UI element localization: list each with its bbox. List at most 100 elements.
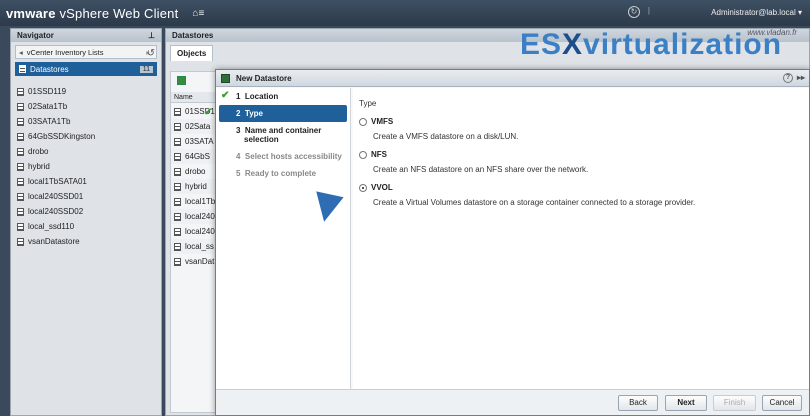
list-item[interactable]: local240SSD02: [11, 204, 161, 219]
next-button[interactable]: Next: [665, 395, 707, 411]
list-item[interactable]: 03SATA1Tb: [11, 114, 161, 129]
datastore-icon: [174, 212, 181, 221]
table-row[interactable]: 03SATA: [171, 134, 219, 149]
list-item[interactable]: local240SSD01: [11, 189, 161, 204]
datastore-icon: [19, 65, 26, 73]
finish-button[interactable]: Finish: [713, 395, 756, 411]
option-vmfs[interactable]: VMFS Create a VMFS datastore on a disk/L…: [359, 117, 809, 141]
divider: |: [647, 6, 650, 15]
tab-objects[interactable]: Objects: [170, 45, 214, 61]
option-label: VMFS: [371, 117, 394, 126]
list-item[interactable]: local1TbSATA01: [11, 174, 161, 189]
table-row[interactable]: 02Sata: [171, 119, 219, 134]
datastore-icon: [17, 162, 24, 171]
list-item[interactable]: 02Sata1Tb: [11, 99, 161, 114]
user-menu[interactable]: Administrator@lab.local ▾: [711, 8, 802, 17]
radio-nfs[interactable]: [359, 150, 367, 159]
datastore-icon: [174, 167, 181, 176]
dialog-title: New Datastore: [236, 73, 292, 83]
wizard-steps: ✔ 1 Location ✔ 2 Type 3 Name and contain…: [204, 88, 351, 390]
option-description: Create an NFS datastore on an NFS share …: [373, 165, 589, 174]
list-item[interactable]: vsanDatastore: [11, 234, 161, 249]
list-item-label: hybrid: [28, 162, 50, 171]
list-item[interactable]: local_ssd110: [11, 219, 161, 234]
watermark-x: X: [562, 28, 584, 61]
cell-name: local_ss: [185, 242, 214, 251]
table-row[interactable]: hybrid: [171, 179, 219, 194]
navigator-breadcrumb[interactable]: ◂ vCenter Inventory Lists ▸: [15, 45, 157, 59]
cancel-button[interactable]: Cancel: [762, 395, 802, 411]
step-type[interactable]: ✔ 2 Type: [204, 105, 347, 122]
step-label: Type: [244, 109, 263, 118]
step-number: 4: [236, 152, 241, 161]
cell-name: local1Tb: [185, 197, 216, 206]
check-icon: ✔: [204, 107, 213, 118]
wizard-content: Type VMFS Create a VMFS datastore on a d…: [353, 88, 809, 390]
list-item-label: local240SSD02: [28, 207, 84, 216]
navigator-panel: Navigator ⊥ ◂ vCenter Inventory Lists ▸ …: [10, 28, 162, 416]
help-icon[interactable]: ?: [783, 73, 793, 83]
table-row[interactable]: local1Tb: [171, 194, 219, 209]
datastore-icon: [174, 152, 181, 161]
expand-icon[interactable]: ▸▸: [797, 73, 805, 82]
refresh-icon[interactable]: ↻: [628, 6, 640, 18]
watermark-es: ES: [520, 28, 563, 61]
step-number: 1: [236, 92, 241, 101]
datastore-icon: [174, 182, 181, 191]
cell-name: 02Sata: [185, 122, 211, 131]
pin-icon[interactable]: ⊥: [148, 31, 155, 40]
table-row[interactable]: 64GbS: [171, 149, 219, 164]
datastore-icon: [17, 207, 24, 216]
list-item-label: local_ssd110: [28, 222, 75, 231]
radio-vmfs[interactable]: [359, 117, 367, 126]
table-row[interactable]: local_ss: [171, 239, 219, 254]
datastore-icon: [17, 222, 24, 231]
option-description: Create a VMFS datastore on a disk/LUN.: [373, 132, 519, 141]
datastore-list: 01SSD119 02Sata1Tb 03SATA1Tb 64GbSSDKingsto…: [11, 84, 161, 249]
navigator-title: Navigator: [17, 31, 54, 40]
option-vvol[interactable]: VVOL Create a Virtual Volumes datastore …: [359, 183, 809, 207]
history-icon[interactable]: ↺: [147, 48, 155, 59]
step-number: 2: [236, 109, 241, 118]
radio-vvol[interactable]: [359, 183, 367, 192]
list-item-label: 01SSD119: [28, 87, 67, 96]
datastore-icon: [17, 117, 24, 126]
table-row[interactable]: vsanDat: [171, 254, 219, 269]
option-nfs[interactable]: NFS Create an NFS datastore on an NFS sh…: [359, 150, 809, 174]
table-row[interactable]: local240: [171, 209, 219, 224]
new-datastore-icon[interactable]: [177, 76, 186, 85]
datastore-icon: [17, 237, 24, 246]
list-item-label: local240SSD01: [28, 192, 84, 201]
watermark-logo: www.vladan.fr ESXvirtualization: [520, 28, 805, 68]
sidebar-item-datastores[interactable]: Datastores 11: [15, 62, 157, 76]
datastore-icon: [17, 132, 24, 141]
table-row[interactable]: local240: [171, 224, 219, 239]
back-button[interactable]: Back: [618, 395, 658, 411]
back-icon[interactable]: ◂: [19, 48, 23, 57]
column-header-name[interactable]: Name: [171, 92, 219, 103]
option-description: Create a Virtual Volumes datastore on a …: [373, 198, 696, 207]
table-row[interactable]: drobo: [171, 164, 219, 179]
list-item-label: 03SATA1Tb: [28, 117, 71, 126]
step-label: Location: [244, 92, 279, 101]
list-item-label: drobo: [28, 147, 49, 156]
datastore-icon: [174, 257, 181, 266]
cell-name: 64GbS: [185, 152, 210, 161]
list-item[interactable]: 64GbSSDKingston: [11, 129, 161, 144]
step-name-container[interactable]: 3 Name and container selection: [216, 122, 350, 148]
datastore-icon: [174, 197, 181, 206]
new-datastore-dialog: New Datastore ? ▸▸ ✔ 1 Location ✔ 2 Type…: [204, 69, 810, 416]
list-item[interactable]: hybrid: [11, 159, 161, 174]
table-body: 01SSD1 02Sata 03SATA 64GbS drobo hybrid local1…: [171, 104, 219, 269]
step-label: Select hosts accessibility: [244, 152, 342, 161]
datastore-add-icon: [221, 73, 230, 83]
count-badge: 11: [139, 65, 153, 73]
step-location[interactable]: ✔ 1 Location: [216, 88, 350, 105]
list-item[interactable]: drobo: [11, 144, 161, 159]
cell-name: hybrid: [185, 182, 207, 191]
datastore-icon: [17, 192, 24, 201]
step-number: 5: [236, 169, 241, 178]
datastore-icon: [174, 242, 181, 251]
list-item[interactable]: 01SSD119: [11, 84, 161, 99]
home-icon[interactable]: ⌂≡: [192, 8, 204, 19]
